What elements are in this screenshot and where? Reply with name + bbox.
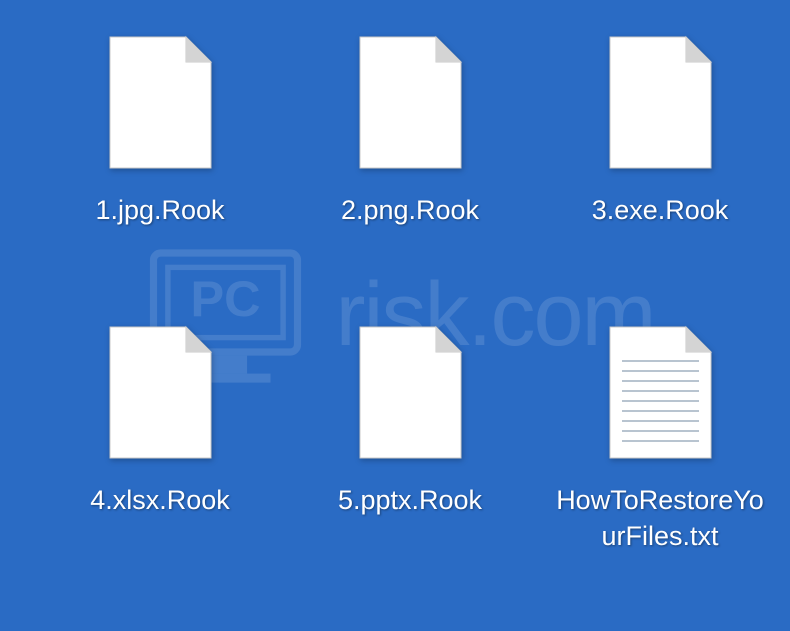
- file-item[interactable]: 4.xlsx.Rook: [40, 320, 280, 610]
- blank-file-icon: [108, 325, 213, 460]
- file-label: 3.exe.Rook: [592, 192, 729, 228]
- file-item[interactable]: 5.pptx.Rook: [290, 320, 530, 610]
- blank-file-icon: [108, 35, 213, 170]
- desktop-area: 1.jpg.Rook 2.png.Rook 3.exe.Rook: [0, 0, 790, 631]
- text-file-icon: [608, 325, 713, 460]
- file-label: 5.pptx.Rook: [338, 482, 482, 518]
- file-label: HowToRestoreYourFiles.txt: [550, 482, 770, 555]
- file-item[interactable]: 2.png.Rook: [290, 30, 530, 320]
- icon-grid: 1.jpg.Rook 2.png.Rook 3.exe.Rook: [40, 30, 750, 610]
- blank-file-icon: [358, 35, 463, 170]
- file-item[interactable]: 3.exe.Rook: [540, 30, 780, 320]
- file-label: 1.jpg.Rook: [95, 192, 224, 228]
- file-item[interactable]: HowToRestoreYourFiles.txt: [540, 320, 780, 610]
- file-item[interactable]: 1.jpg.Rook: [40, 30, 280, 320]
- blank-file-icon: [358, 325, 463, 460]
- file-label: 2.png.Rook: [341, 192, 479, 228]
- file-label: 4.xlsx.Rook: [90, 482, 230, 518]
- blank-file-icon: [608, 35, 713, 170]
